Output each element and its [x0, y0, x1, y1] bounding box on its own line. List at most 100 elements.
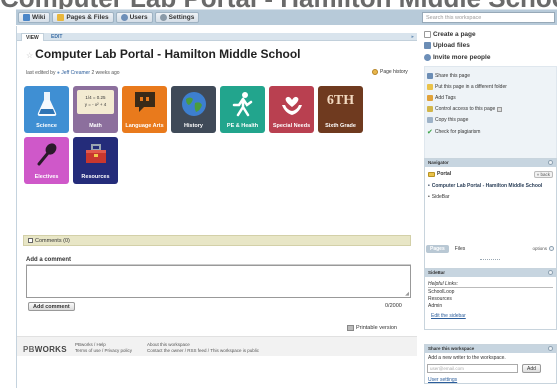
tile-language-arts-label: Language Arts [125, 123, 164, 129]
collapse-icon[interactable] [548, 270, 553, 275]
users-icon [120, 14, 128, 21]
copy-page-link[interactable]: Copy this page [427, 117, 468, 123]
runner-icon [232, 92, 252, 117]
tile-math[interactable]: 1/4 = 0.25 y = - x² + 4 Math [73, 86, 118, 133]
add-comment-heading: Add a comment [26, 257, 72, 263]
pbworks-logo[interactable]: PBWORKS [23, 345, 67, 354]
math-formula-1: 1/4 = 0.25 [85, 95, 106, 100]
share-page-link[interactable]: Share this page [427, 73, 470, 79]
tile-language-arts[interactable]: Language Arts [122, 86, 167, 133]
check-plagiarism-label: Check for plagiarism [434, 129, 481, 135]
tab-view[interactable]: VIEW [21, 33, 44, 41]
tab-pages[interactable]: Pages [426, 245, 449, 253]
search-input[interactable]: Search this workspace [422, 12, 555, 23]
email-field[interactable]: user@email.com [427, 364, 518, 373]
printable-version-link[interactable]: Printable version [347, 325, 397, 331]
tab-wiki[interactable]: Wiki [18, 12, 51, 23]
add-tags-link[interactable]: Add Tags [427, 95, 456, 101]
user-settings-link[interactable]: User settings [428, 377, 457, 383]
bullet-icon: • [428, 183, 430, 189]
navigator-title: Navigator [428, 160, 449, 165]
microphone-icon [37, 143, 56, 166]
tab-pages-files[interactable]: Pages & Files [52, 12, 114, 23]
check-plagiarism-link[interactable]: ✔ Check for plagiarism [427, 128, 480, 136]
collapse-icon[interactable] [548, 160, 553, 165]
resize-handle-icon[interactable]: ◢ [405, 291, 409, 297]
move-folder-label: Put this page in a different folder [435, 84, 507, 90]
tile-electives[interactable]: Electives [24, 137, 69, 184]
comment-textarea[interactable]: ◢ [26, 265, 411, 298]
printable-version-label: Printable version [356, 325, 397, 331]
navigator-item-sidebar[interactable]: • SideBar [428, 194, 450, 200]
create-page-button[interactable]: Create a page [424, 31, 476, 38]
control-access-link[interactable]: Control access to this page [427, 106, 503, 112]
helpful-links-heading: Helpful Links: [428, 281, 553, 288]
upload-files-button[interactable]: Upload files [424, 42, 470, 49]
heart-hands-icon [281, 96, 302, 115]
invite-people-label: Invite more people [433, 54, 491, 61]
collapse-arrow-icon[interactable]: ▸ [411, 34, 414, 40]
page-history-link[interactable]: Page history [372, 69, 408, 75]
tile-science[interactable]: Science [24, 86, 69, 133]
invite-people-button[interactable]: Invite more people [424, 54, 490, 61]
footer-col-2: About this workspace Contact the owner /… [147, 342, 259, 354]
navigator-item-portal-label: Computer Lab Portal - Hamilton Middle Sc… [431, 183, 543, 189]
navigator-widget: Navigator Portal « back • Computer Lab P… [424, 158, 557, 274]
star-icon[interactable]: ☆ [26, 51, 33, 60]
sidebar-content-header: SideBar [425, 269, 556, 277]
folder-icon [428, 171, 435, 177]
gear-icon [549, 246, 554, 251]
last-edited-user-link[interactable]: Jeff Creamer [61, 70, 90, 76]
navigator-folder[interactable]: Portal [428, 171, 451, 177]
logo-works: WORKS [34, 345, 67, 354]
tile-resources[interactable]: Resources [73, 137, 118, 184]
admin-link[interactable]: Admin [428, 303, 442, 309]
tile-science-label: Science [36, 123, 57, 129]
tile-history[interactable]: History [171, 86, 216, 133]
resources-link[interactable]: Resources [428, 296, 452, 302]
options-label: options [532, 246, 547, 251]
char-count: 0/2000 [385, 303, 402, 309]
tab-pages-files-label: Pages & Files [66, 14, 109, 21]
toolbox-icon [85, 144, 106, 163]
navigator-item-portal[interactable]: • Computer Lab Portal - Hamilton Middle … [428, 183, 542, 189]
copy-icon [427, 117, 433, 123]
add-comment-button[interactable]: Add comment [28, 302, 75, 311]
last-edited: last edited by ● Jeff Creamer 2 weeks ag… [26, 70, 120, 76]
page-title: ☆ Computer Lab Portal - Hamilton Middle S… [26, 47, 301, 61]
back-button[interactable]: « back [533, 171, 553, 178]
tab-settings[interactable]: Settings [154, 12, 200, 23]
sixth-grade-badge: 6TH [326, 93, 355, 108]
edit-sidebar-link[interactable]: Edit the sidebar [431, 313, 466, 319]
add-writer-button[interactable]: Add [522, 364, 541, 373]
tab-users-label: Users [129, 14, 148, 21]
view-edit-tabs: VIEW EDIT ▸ [17, 33, 417, 41]
tile-sixth-grade[interactable]: 6TH Sixth Grade [318, 86, 363, 133]
resize-grip[interactable] [480, 259, 500, 261]
navigator-header: Navigator [425, 159, 556, 167]
tab-edit[interactable]: EDIT [47, 33, 66, 41]
footer-contact-link[interactable]: Contact the owner / RSS feed / This work… [147, 348, 259, 354]
tile-special-needs[interactable]: Special Needs [269, 86, 314, 133]
tile-special-needs-label: Special Needs [272, 123, 311, 129]
tab-users[interactable]: Users [115, 12, 153, 23]
tile-pe-health[interactable]: PE & Health [220, 86, 265, 133]
page-title-text: Computer Lab Portal - Hamilton Middle Sc… [35, 47, 301, 61]
pages-files-tabs: Pages Files [426, 245, 469, 253]
key-icon [427, 106, 433, 112]
footer-col-1: PBworks / Help Terms of use / Privacy po… [75, 342, 132, 354]
logo-pb: PB [23, 345, 35, 354]
last-edited-prefix: last edited by [26, 70, 56, 76]
collapse-icon[interactable] [548, 346, 553, 351]
footer-terms-link[interactable]: Terms of use / Privacy policy [75, 348, 132, 354]
options-dropdown[interactable]: options [532, 246, 554, 251]
tab-settings-label: Settings [168, 14, 195, 21]
tab-files[interactable]: Files [451, 245, 470, 253]
invite-icon [424, 54, 431, 61]
tag-icon [427, 95, 433, 101]
main-content: VIEW EDIT ▸ ☆ Computer Lab Portal - Hamil… [16, 26, 417, 388]
add-tags-label: Add Tags [435, 95, 456, 101]
move-folder-link[interactable]: Put this page in a different folder [427, 84, 507, 90]
schoolloop-link[interactable]: SchoolLoop [428, 289, 454, 295]
comments-toggle[interactable]: Comments (0) [23, 235, 411, 246]
